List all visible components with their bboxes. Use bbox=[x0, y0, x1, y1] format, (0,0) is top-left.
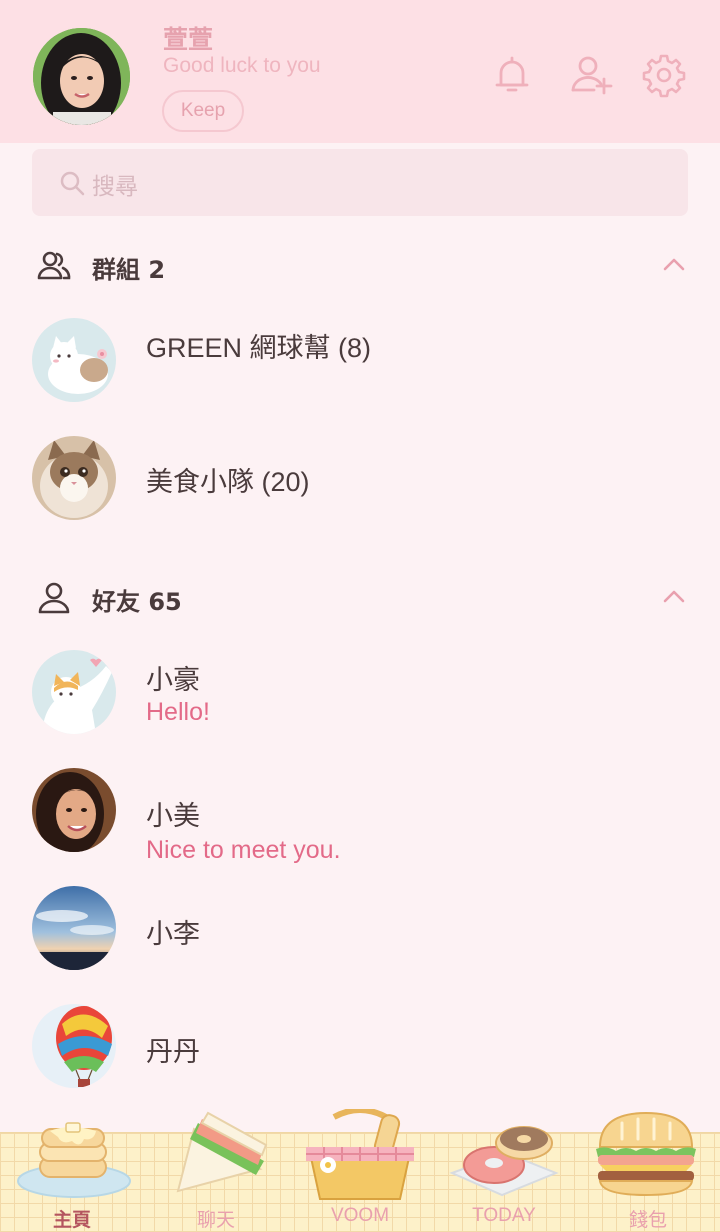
friend-avatar bbox=[32, 650, 116, 734]
friend-avatar bbox=[32, 1004, 116, 1088]
tab-wallet-label: 錢包 bbox=[628, 1210, 667, 1231]
friend-avatar bbox=[32, 886, 116, 970]
profile-avatar[interactable] bbox=[33, 28, 130, 125]
tab-chat[interactable]: 聊天 bbox=[144, 1111, 288, 1232]
burger-icon bbox=[596, 1111, 696, 1197]
profile-status-message[interactable]: Good luck to you bbox=[163, 54, 321, 78]
keep-button[interactable]: Keep bbox=[162, 90, 244, 132]
search-icon bbox=[60, 171, 85, 196]
group-avatar bbox=[32, 318, 116, 402]
friends-section-header[interactable]: 好友 65 bbox=[0, 568, 720, 628]
search-placeholder: 搜尋 bbox=[92, 174, 138, 200]
tab-home-label: 主頁 bbox=[52, 1210, 91, 1231]
groups-section-header[interactable]: 群組 2 bbox=[0, 236, 720, 296]
list-item-friend[interactable]: 丹丹 bbox=[0, 1004, 720, 1104]
tab-today-label: TODAY bbox=[472, 1205, 536, 1226]
friend-name: 小豪 bbox=[146, 665, 200, 695]
groups-section-title: 群組 2 bbox=[92, 256, 166, 284]
tab-today[interactable]: TODAY bbox=[432, 1126, 576, 1232]
group-name: 美食小隊 (20) bbox=[146, 467, 310, 497]
bell-icon[interactable] bbox=[489, 52, 535, 98]
settings-gear-icon[interactable] bbox=[641, 52, 687, 98]
group-avatar bbox=[32, 436, 116, 520]
tab-chat-label: 聊天 bbox=[196, 1210, 235, 1231]
list-item-friend[interactable]: 小美 Nice to meet you. bbox=[0, 768, 720, 868]
profile-header: 萱萱 Good luck to you Keep bbox=[0, 0, 720, 143]
donut-icon bbox=[449, 1126, 559, 1197]
friend-status-message: Nice to meet you. bbox=[146, 836, 341, 864]
tab-voom-label: VOOM bbox=[330, 1205, 390, 1226]
pancake-icon bbox=[17, 1122, 131, 1198]
group-icon bbox=[37, 251, 71, 280]
chevron-up-icon[interactable] bbox=[662, 588, 686, 604]
friend-status-message: Hello! bbox=[146, 698, 210, 726]
friend-name: 小美 bbox=[146, 801, 200, 831]
add-friend-icon[interactable] bbox=[568, 52, 614, 98]
tab-voom[interactable]: VOOM bbox=[288, 1109, 432, 1232]
friend-name: 丹丹 bbox=[146, 1037, 200, 1067]
friend-name: 小李 bbox=[146, 919, 200, 949]
list-item-group[interactable]: 美食小隊 (20) bbox=[0, 436, 720, 536]
friends-section-title: 好友 65 bbox=[92, 588, 182, 616]
bottom-tab-bar: 主頁 聊天 VOOM TODAY 錢包 bbox=[0, 1109, 720, 1232]
friend-icon bbox=[38, 582, 70, 614]
chevron-up-icon[interactable] bbox=[662, 256, 686, 272]
list-item-friend[interactable]: 小李 bbox=[0, 886, 720, 986]
tab-home[interactable]: 主頁 bbox=[0, 1122, 144, 1232]
list-item-friend[interactable]: 小豪 Hello! bbox=[0, 650, 720, 750]
tab-wallet[interactable]: 錢包 bbox=[576, 1111, 720, 1232]
profile-name: 萱萱 bbox=[163, 25, 214, 54]
list-item-group[interactable]: GREEN 網球幫 (8) bbox=[0, 318, 720, 418]
group-name: GREEN 網球幫 (8) bbox=[146, 333, 372, 363]
friend-avatar bbox=[32, 768, 116, 852]
picnic-basket-icon bbox=[306, 1109, 414, 1200]
sandwich-icon bbox=[176, 1111, 268, 1193]
search-bar[interactable]: 搜尋 bbox=[32, 149, 688, 216]
